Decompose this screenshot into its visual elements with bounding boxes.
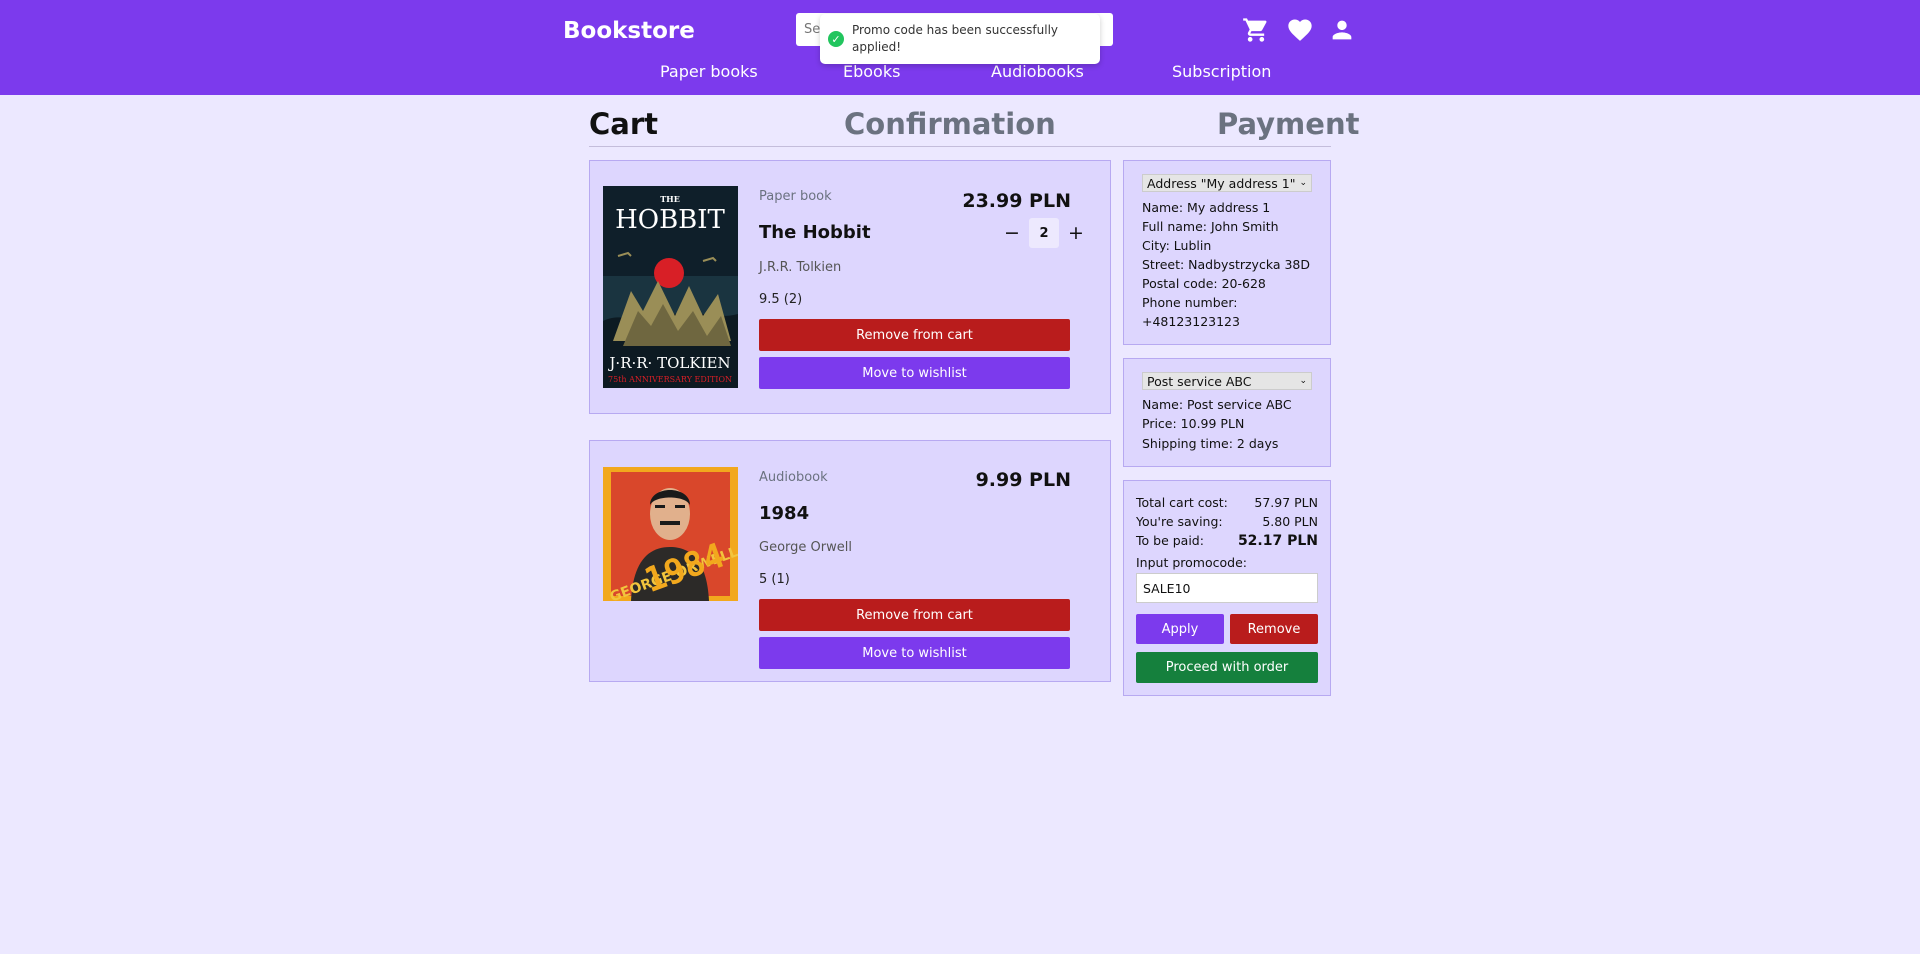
shipping-line: Price: 10.99 PLN xyxy=(1142,416,1245,431)
address-line: Street: Nadbystrzycka 38D xyxy=(1142,257,1311,272)
item-type: Audiobook xyxy=(759,470,828,485)
address-line: Full name: John Smith xyxy=(1142,219,1279,234)
heart-icon[interactable] xyxy=(1284,14,1316,46)
move-to-wishlist-button[interactable]: Move to wishlist xyxy=(759,357,1070,389)
address-line: Phone number: xyxy=(1142,295,1238,310)
address-panel: Address "My address 1" ⌄ Name: My addres… xyxy=(1123,160,1331,345)
proceed-with-order-button[interactable]: Proceed with order xyxy=(1136,652,1318,683)
item-author[interactable]: George Orwell xyxy=(759,540,852,555)
chevron-down-icon: ⌄ xyxy=(1299,178,1307,188)
total-cost-label: Total cart cost: xyxy=(1136,495,1228,510)
promocode-label: Input promocode: xyxy=(1136,555,1247,570)
steps-divider xyxy=(589,146,1331,147)
cover-edition-text: 75th ANNIVERSARY EDITION xyxy=(608,375,732,384)
total-cost-value: 57.97 PLN xyxy=(1254,495,1318,510)
total-cost-row: Total cart cost: 57.97 PLN xyxy=(1136,495,1318,510)
nav-audiobooks[interactable]: Audiobooks xyxy=(991,62,1084,81)
item-title[interactable]: The Hobbit xyxy=(759,222,871,243)
item-price: 23.99 PLN xyxy=(962,190,1071,212)
increment-button[interactable]: + xyxy=(1067,224,1085,243)
saving-row: You're saving: 5.80 PLN xyxy=(1136,514,1318,529)
book-cover-1984[interactable]: GEORGE ORWELL 1984 xyxy=(603,467,738,601)
item-author[interactable]: J.R.R. Tolkien xyxy=(759,260,841,275)
apply-promo-button[interactable]: Apply xyxy=(1136,614,1224,644)
cover-title-text: HOBBIT xyxy=(615,205,725,235)
cover-the-text: THE xyxy=(660,194,680,204)
quantity-value[interactable]: 2 xyxy=(1029,218,1059,248)
address-line: City: Lublin xyxy=(1142,238,1212,253)
saving-value: 5.80 PLN xyxy=(1262,514,1318,529)
shipping-select[interactable]: Post service ABC ⌄ xyxy=(1142,372,1312,390)
item-rating: 5 (1) xyxy=(759,572,790,587)
nav-ebooks[interactable]: Ebooks xyxy=(843,62,900,81)
promocode-input[interactable] xyxy=(1136,573,1318,603)
to-be-paid-value: 52.17 PLN xyxy=(1237,533,1318,549)
to-be-paid-label: To be paid: xyxy=(1136,533,1204,548)
order-summary-panel: Total cart cost: 57.97 PLN You're saving… xyxy=(1123,480,1331,696)
address-select-value: Address "My address 1" xyxy=(1147,175,1296,191)
user-icon[interactable] xyxy=(1326,14,1358,46)
step-payment: Payment xyxy=(1217,107,1360,141)
step-cart: Cart xyxy=(589,107,659,141)
remove-from-cart-button[interactable]: Remove from cart xyxy=(759,319,1070,351)
saving-label: You're saving: xyxy=(1136,514,1223,529)
address-select[interactable]: Address "My address 1" ⌄ xyxy=(1142,174,1312,192)
shipping-select-value: Post service ABC xyxy=(1147,373,1252,389)
shipping-line: Shipping time: 2 days xyxy=(1142,436,1279,451)
cover-author-text: J·R·R· TOLKIEN xyxy=(607,354,730,372)
shipping-line: Name: Post service ABC xyxy=(1142,397,1292,412)
shipping-panel: Post service ABC ⌄ Name: Post service AB… xyxy=(1123,358,1331,467)
item-title[interactable]: 1984 xyxy=(759,503,809,524)
cart-icon[interactable] xyxy=(1240,14,1272,46)
item-price: 9.99 PLN xyxy=(975,469,1071,491)
logo[interactable]: Bookstore xyxy=(563,18,695,44)
nav-subscription[interactable]: Subscription xyxy=(1172,62,1271,81)
cart-item: GEORGE ORWELL 1984 Audiobook 1984 George… xyxy=(589,440,1111,682)
chevron-down-icon: ⌄ xyxy=(1299,376,1307,386)
toast-notification[interactable]: ✓ Promo code has been successfully appli… xyxy=(820,14,1100,64)
check-circle-icon: ✓ xyxy=(828,31,844,47)
step-confirmation: Confirmation xyxy=(844,107,1056,141)
address-line: +48123123123 xyxy=(1142,314,1240,329)
item-rating: 9.5 (2) xyxy=(759,292,803,307)
toast-message: Promo code has been successfully applied… xyxy=(852,23,1059,54)
to-be-paid-row: To be paid: 52.17 PLN xyxy=(1136,533,1318,549)
book-cover-hobbit[interactable]: THE HOBBIT J·R·R· TOLKIEN 75th ANNIVERSA… xyxy=(603,186,738,388)
move-to-wishlist-button[interactable]: Move to wishlist xyxy=(759,637,1070,669)
decrement-button[interactable]: − xyxy=(1003,224,1021,243)
remove-from-cart-button[interactable]: Remove from cart xyxy=(759,599,1070,631)
address-line: Postal code: 20-628 xyxy=(1142,276,1266,291)
remove-promo-button[interactable]: Remove xyxy=(1230,614,1318,644)
address-line: Name: My address 1 xyxy=(1142,200,1271,215)
cart-item: THE HOBBIT J·R·R· TOLKIEN 75th ANNIVERSA… xyxy=(589,160,1111,414)
nav-paper-books[interactable]: Paper books xyxy=(660,62,758,81)
item-type: Paper book xyxy=(759,189,832,204)
quantity-stepper: − 2 + xyxy=(1003,218,1085,248)
